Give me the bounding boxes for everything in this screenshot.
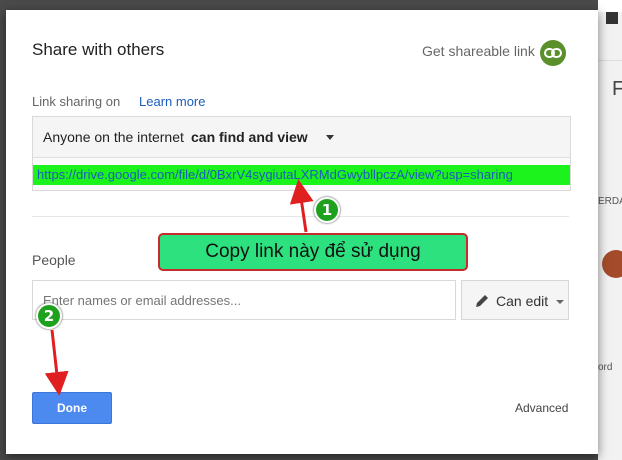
annotation-callout: Copy link này để sử dụng xyxy=(158,233,468,271)
step-1-badge: 1 xyxy=(314,197,340,223)
annotation-arrows xyxy=(44,179,314,396)
arrow-to-done xyxy=(44,329,69,396)
step-2-badge: 2 xyxy=(36,303,62,329)
arrow-to-url xyxy=(289,179,314,233)
